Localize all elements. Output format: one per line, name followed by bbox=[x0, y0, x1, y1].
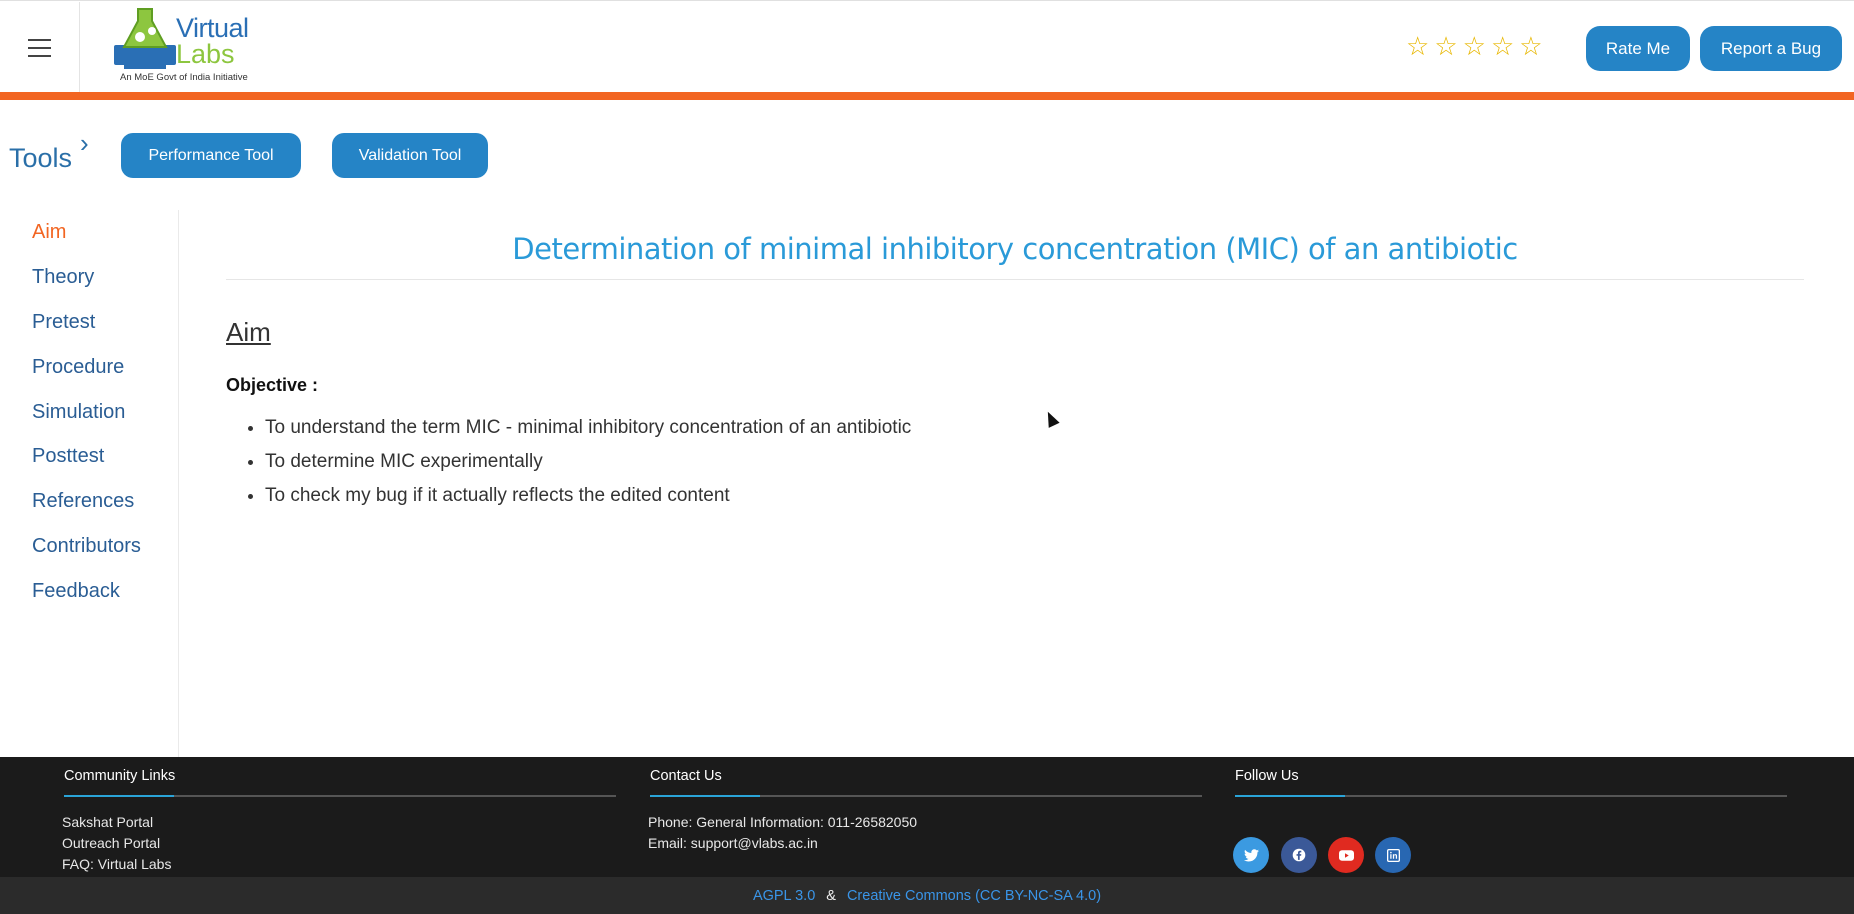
star-3-icon[interactable]: ☆ bbox=[1463, 33, 1486, 59]
footer-follow-heading: Follow Us bbox=[1235, 768, 1299, 784]
sidebar-item-aim[interactable]: Aim bbox=[32, 221, 66, 244]
rate-me-button[interactable]: Rate Me bbox=[1586, 26, 1690, 71]
virtual-labs-logo[interactable]: Virtual Labs An MoE Govt of India Initia… bbox=[104, 5, 254, 89]
sidebar-item-contributors[interactable]: Contributors bbox=[32, 535, 141, 558]
footer-contact-rule bbox=[650, 795, 1202, 797]
sidebar-item-feedback[interactable]: Feedback bbox=[32, 580, 120, 603]
objective-label: Objective : bbox=[226, 375, 319, 395]
menu-hamburger-button[interactable] bbox=[0, 2, 80, 93]
validation-tool-button[interactable]: Validation Tool bbox=[332, 133, 488, 178]
star-1-icon[interactable]: ☆ bbox=[1406, 33, 1429, 59]
linkedin-icon[interactable] bbox=[1375, 837, 1411, 873]
section-heading: Aim bbox=[226, 317, 271, 347]
list-item: To determine MIC experimentally bbox=[265, 451, 911, 475]
report-bug-button[interactable]: Report a Bug bbox=[1700, 26, 1842, 71]
hamburger-icon bbox=[28, 33, 51, 63]
star-2-icon[interactable]: ☆ bbox=[1434, 33, 1457, 59]
footer-link-outreach[interactable]: Outreach Portal bbox=[62, 835, 160, 851]
logo-text-virtual: Virtual bbox=[176, 13, 249, 43]
title-divider bbox=[226, 279, 1804, 280]
objective-list: To understand the term MIC - minimal inh… bbox=[265, 417, 911, 519]
footer-community-heading: Community Links bbox=[64, 768, 176, 784]
rating-stars: ☆ ☆ ☆ ☆ ☆ bbox=[1406, 33, 1543, 59]
footer-community-rule bbox=[64, 795, 616, 797]
logo-text-labs: Labs bbox=[176, 39, 235, 69]
sidebar-item-pretest[interactable]: Pretest bbox=[32, 311, 95, 334]
list-item: To check my bug if it actually reflects … bbox=[265, 485, 911, 509]
flask-logo-icon bbox=[114, 8, 176, 69]
mouse-cursor-icon bbox=[1042, 409, 1060, 428]
sidebar-item-references[interactable]: References bbox=[32, 490, 134, 513]
sidebar-item-theory[interactable]: Theory bbox=[32, 266, 94, 289]
star-4-icon[interactable]: ☆ bbox=[1491, 33, 1514, 59]
footer-follow-rule bbox=[1235, 795, 1787, 797]
tools-label: Tools bbox=[9, 143, 73, 173]
twitter-icon[interactable] bbox=[1233, 837, 1269, 873]
agpl-license-link[interactable]: AGPL 3.0 bbox=[753, 888, 815, 904]
footer-phone: Phone: General Information: 011-26582050 bbox=[648, 814, 918, 830]
header-divider bbox=[0, 92, 1854, 100]
facebook-icon[interactable] bbox=[1281, 837, 1317, 873]
license-bar: AGPL 3.0 & Creative Commons (CC BY-NC-SA… bbox=[0, 877, 1854, 914]
sidebar-item-posttest[interactable]: Posttest bbox=[32, 445, 104, 468]
sidebar-nav: Aim Theory Pretest Procedure Simulation … bbox=[0, 210, 179, 757]
youtube-icon[interactable] bbox=[1328, 837, 1364, 873]
footer-contact-heading: Contact Us bbox=[650, 768, 722, 784]
footer: Community Links Sakshat Portal Outreach … bbox=[0, 757, 1854, 877]
sidebar-item-simulation[interactable]: Simulation bbox=[32, 401, 125, 424]
list-item: To understand the term MIC - minimal inh… bbox=[265, 417, 911, 441]
creative-commons-link[interactable]: Creative Commons (CC BY-NC-SA 4.0) bbox=[847, 888, 1101, 904]
star-5-icon[interactable]: ☆ bbox=[1519, 33, 1542, 59]
footer-link-sakshat[interactable]: Sakshat Portal bbox=[62, 814, 153, 830]
page-title: Determination of minimal inhibitory conc… bbox=[512, 232, 1518, 266]
sidebar-item-procedure[interactable]: Procedure bbox=[32, 356, 124, 379]
license-separator: & bbox=[826, 887, 836, 904]
logo-tagline: An MoE Govt of India Initiative bbox=[120, 72, 248, 83]
footer-email[interactable]: Email: support@vlabs.ac.in bbox=[648, 835, 818, 851]
footer-link-faq[interactable]: FAQ: Virtual Labs bbox=[62, 856, 171, 872]
chevron-right-icon: › bbox=[80, 128, 89, 158]
performance-tool-button[interactable]: Performance Tool bbox=[121, 133, 301, 178]
top-header: Virtual Labs An MoE Govt of India Initia… bbox=[0, 0, 1854, 94]
